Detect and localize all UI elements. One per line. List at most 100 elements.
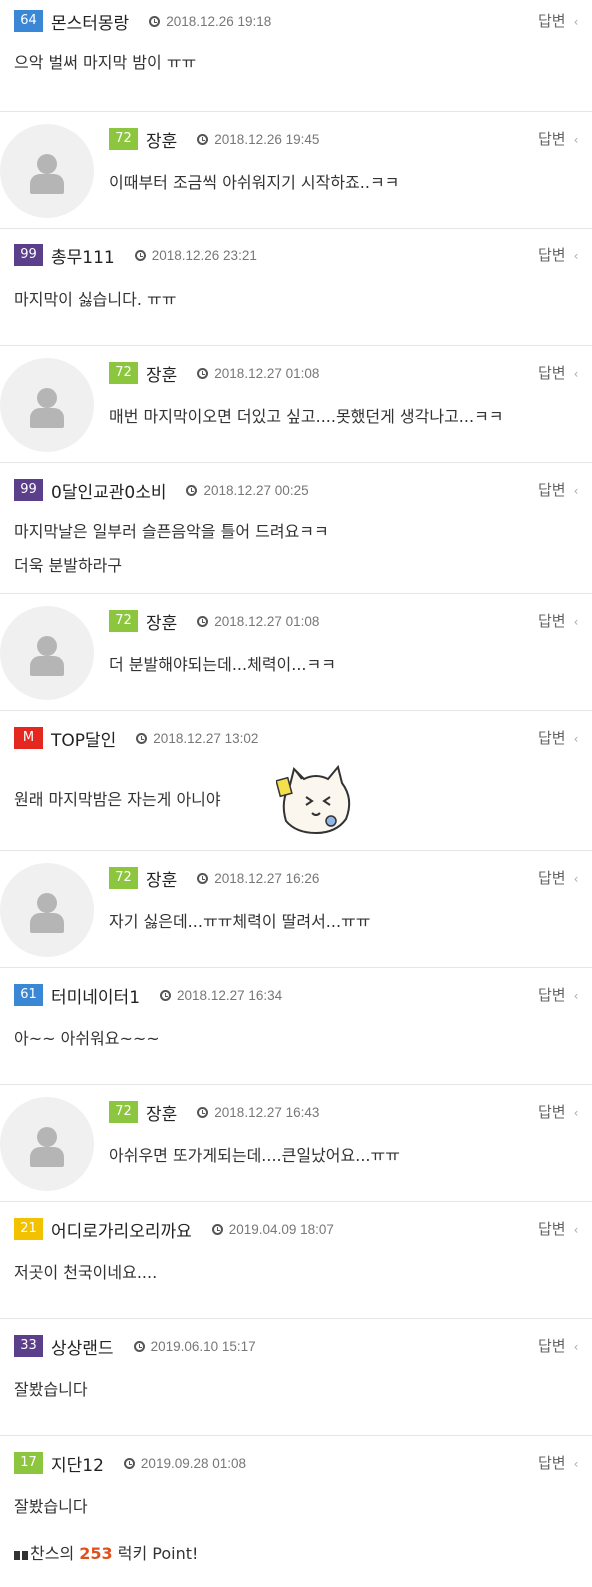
comment: 99 0달인교관0소비 2018.12.27 00:25 답변 ‹ 마지막날은 일… — [0, 463, 592, 594]
comment-text: 잘봤습니다 — [14, 1497, 88, 1516]
comment-text: 매번 마지막이오면 더있고 싶고....못했던게 생각나고...ㅋㅋ — [109, 407, 504, 426]
caret-icon: ‹ — [573, 989, 579, 1003]
reply-button[interactable]: 답변 ‹ — [538, 362, 578, 383]
nickname[interactable]: 어디로가리오리까요 — [51, 1217, 192, 1242]
caret-icon: ‹ — [573, 1223, 579, 1237]
timestamp: 2018.12.27 00:25 — [203, 482, 309, 498]
level-badge: 33 — [14, 1335, 43, 1357]
caret-icon: ‹ — [573, 133, 579, 147]
comment-header: 21 어디로가리오리까요 2019.04.09 18:07 — [14, 1217, 334, 1242]
level-badge: 64 — [14, 10, 43, 32]
timestamp: 2019.06.10 15:17 — [150, 1338, 256, 1354]
timestamp: 2018.12.27 16:34 — [177, 987, 283, 1003]
comment-reply: 72 장훈 2018.12.27 01:08 답변 ‹ 더 분발해야되는데...체… — [0, 594, 592, 711]
comment: 61 터미네이터1 2018.12.27 16:34 답변 ‹ 아~~ 아쉬워요~… — [0, 968, 592, 1085]
comment-header: 72 장훈 2018.12.27 01:08 — [109, 361, 320, 386]
nickname[interactable]: 0달인교관0소비 — [51, 478, 166, 503]
comment: 21 어디로가리오리까요 2019.04.09 18:07 답변 ‹ 저곳이 천국… — [0, 1202, 592, 1319]
nickname[interactable]: 장훈 — [146, 866, 177, 891]
caret-icon: ‹ — [573, 15, 579, 29]
nickname[interactable]: 몬스터몽랑 — [51, 9, 129, 34]
level-badge: 72 — [109, 867, 138, 889]
level-badge: 72 — [109, 1101, 138, 1123]
nickname[interactable]: 터미네이터1 — [51, 983, 140, 1008]
caret-icon: ‹ — [573, 1106, 579, 1120]
timestamp: 2018.12.27 13:02 — [153, 730, 259, 746]
reply-button[interactable]: 답변 ‹ — [538, 1101, 578, 1122]
gift-icon — [14, 1547, 28, 1560]
timestamp: 2018.12.26 19:18 — [166, 13, 272, 29]
comment-header: M TOP달인 2018.12.27 13:02 — [14, 726, 259, 751]
reply-button[interactable]: 답변 ‹ — [538, 867, 578, 888]
reply-button[interactable]: 답변 ‹ — [538, 128, 578, 149]
comment-text: 으악 벌써 마지막 밤이 ㅠㅠ — [14, 53, 197, 72]
nickname[interactable]: 장훈 — [146, 1100, 177, 1125]
comment-reply: 72 장훈 2018.12.27 16:43 답변 ‹ 아쉬우면 또가게되는데..… — [0, 1085, 592, 1202]
comment: 99 총무111 2018.12.26 23:21 답변 ‹ 마지막이 싫습니다.… — [0, 229, 592, 346]
comment-text: 아~~ 아쉬워요~~~ — [14, 1029, 160, 1048]
level-badge: 72 — [109, 610, 138, 632]
comment-text: 자기 싫은데...ㅠㅠ체력이 딸려서...ㅠㅠ — [109, 912, 371, 931]
caret-icon: ‹ — [573, 249, 579, 263]
reply-button[interactable]: 답변 ‹ — [538, 727, 578, 748]
comment: M TOP달인 2018.12.27 13:02 답변 ‹ 원래 마지막밤은 자는… — [0, 711, 592, 851]
comment-header: 72 장훈 2018.12.27 16:26 — [109, 866, 320, 891]
comment-text: 아쉬우면 또가게되는데....큰일났어요...ㅠㅠ — [109, 1146, 400, 1165]
clock-icon — [123, 1457, 135, 1469]
avatar — [0, 358, 94, 452]
timestamp: 2019.04.09 18:07 — [228, 1221, 334, 1237]
reply-button[interactable]: 답변 ‹ — [538, 479, 578, 500]
comment-header: 72 장훈 2018.12.26 19:45 — [109, 127, 320, 152]
nickname[interactable]: 상상랜드 — [51, 1334, 114, 1359]
reply-button[interactable]: 답변 ‹ — [538, 984, 578, 1005]
caret-icon: ‹ — [573, 367, 579, 381]
comment-text: 원래 마지막밤은 자는게 아니야 — [14, 764, 584, 835]
nickname[interactable]: 장훈 — [146, 609, 177, 634]
nickname[interactable]: 장훈 — [146, 361, 177, 386]
nickname[interactable]: 총무111 — [51, 243, 115, 268]
timestamp: 2018.12.27 01:08 — [214, 365, 320, 381]
timestamp: 2018.12.26 19:45 — [214, 131, 320, 147]
comment-text: 저곳이 천국이네요.... — [14, 1263, 158, 1282]
comment-reply: 72 장훈 2018.12.27 01:08 답변 ‹ 매번 마지막이오면 더있고… — [0, 346, 592, 463]
level-badge: 99 — [14, 479, 43, 501]
comment-header: 99 총무111 2018.12.26 23:21 — [14, 243, 257, 268]
comment-header: 64 몬스터몽랑 2018.12.26 19:18 — [14, 9, 272, 34]
nickname[interactable]: 장훈 — [146, 127, 177, 152]
nickname[interactable]: TOP달인 — [51, 726, 116, 751]
avatar — [0, 1097, 94, 1191]
comment-header: 17 지단12 2019.09.28 01:08 — [14, 1451, 247, 1476]
level-badge: 72 — [109, 128, 138, 150]
timestamp: 2019.09.28 01:08 — [140, 1455, 247, 1471]
reply-button[interactable]: 답변 ‹ — [538, 10, 578, 31]
comment-list: 64 몬스터몽랑 2018.12.26 19:18 답변 ‹ 으악 벌써 마지막 … — [0, 0, 592, 1536]
comment-text: 이때부터 조금씩 아쉬워지기 시작하죠..ㅋㅋ — [109, 173, 400, 192]
avatar — [0, 124, 94, 218]
reply-button[interactable]: 답변 ‹ — [538, 610, 578, 631]
timestamp: 2018.12.27 01:08 — [214, 613, 320, 629]
comment-header: 33 상상랜드 2019.06.10 15:17 — [14, 1334, 256, 1359]
comment-text: 마지막날은 일부러 슬픈음악을 틀어 드려요ㅋㅋ 더욱 분발하라구 — [14, 522, 329, 575]
comment-header: 72 장훈 2018.12.27 01:08 — [109, 609, 320, 634]
comment-text: 마지막이 싫습니다. ㅠㅠ — [14, 290, 177, 309]
level-badge: M — [14, 727, 43, 749]
level-badge: 99 — [14, 244, 43, 266]
caret-icon: ‹ — [573, 615, 579, 629]
comment: 17 지단12 2019.09.28 01:08 답변 ‹ 잘봤습니다 — [0, 1436, 592, 1536]
timestamp: 2018.12.27 16:26 — [214, 870, 320, 886]
comment: 33 상상랜드 2019.06.10 15:17 답변 ‹ 잘봤습니다 — [0, 1319, 592, 1436]
lucky-points: 253 — [79, 1544, 113, 1563]
level-badge: 17 — [14, 1452, 43, 1474]
sleepy-cat-emoticon — [276, 764, 351, 835]
reply-button[interactable]: 답변 ‹ — [538, 1452, 578, 1473]
level-badge: 21 — [14, 1218, 43, 1240]
comment-header: 72 장훈 2018.12.27 16:43 — [109, 1100, 319, 1125]
timestamp: 2018.12.26 23:21 — [151, 247, 257, 263]
reply-button[interactable]: 답변 ‹ — [538, 1218, 578, 1239]
avatar — [0, 863, 94, 957]
reply-button[interactable]: 답변 ‹ — [538, 244, 578, 265]
clock-icon — [211, 1223, 223, 1235]
nickname[interactable]: 지단12 — [51, 1451, 104, 1476]
clock-icon — [133, 1340, 145, 1352]
reply-button[interactable]: 답변 ‹ — [538, 1335, 578, 1356]
